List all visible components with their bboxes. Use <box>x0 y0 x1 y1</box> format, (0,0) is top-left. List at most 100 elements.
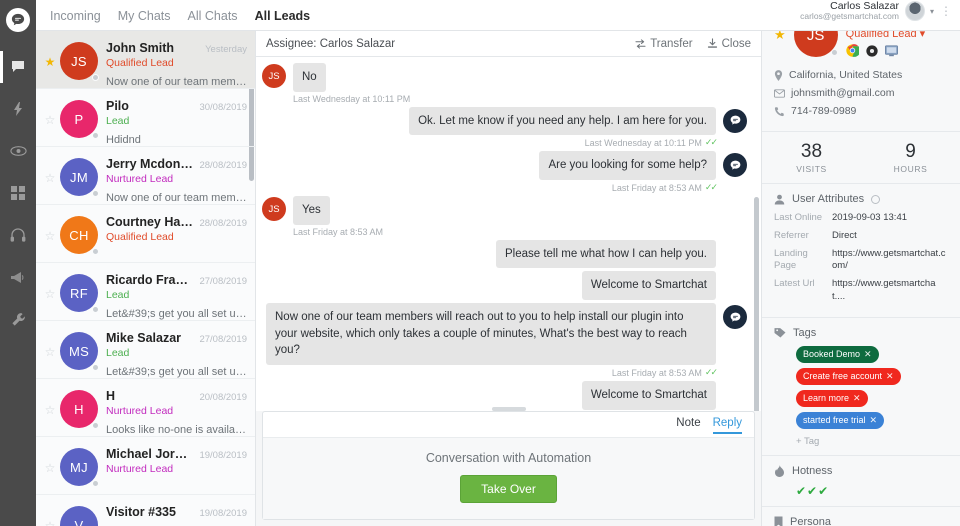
lead-status: Lead <box>106 347 130 359</box>
rail-item-chats[interactable] <box>0 46 36 88</box>
chat-message: Ok. Let me know if you need any help. I … <box>262 106 747 149</box>
list-item[interactable]: ☆ P Pilo 30/08/2019 Lead Hdidnd <box>36 89 255 147</box>
tags-section: Tags Booked Demo ✕ Create free account ✕ Lea… <box>762 318 960 456</box>
lead-star-icon[interactable]: ☆ <box>42 504 58 526</box>
tab-my-chats[interactable]: My Chats <box>118 9 171 30</box>
list-item[interactable]: ★ JS John Smith Yesterday Qualified Lead Now … <box>36 31 255 89</box>
remove-tag-icon[interactable]: ✕ <box>886 371 894 382</box>
transfer-icon <box>635 38 646 49</box>
tag-chip[interactable]: Create free account ✕ <box>796 367 901 385</box>
lead-info: Visitor #335 19/08/2019 <box>106 504 247 526</box>
automation-status-text: Conversation with Automation <box>425 451 592 465</box>
rail-item-automation[interactable] <box>0 88 36 130</box>
list-item[interactable]: ☆ H H 20/08/2019 Nurtured Lead Looks like no-… <box>36 379 255 437</box>
delivered-checks-icon: ✓✓ <box>704 367 718 378</box>
tag-chip[interactable]: Booked Demo ✕ <box>796 345 879 363</box>
chat-bubble-icon <box>10 59 26 75</box>
rail-item-campaigns[interactable] <box>0 256 36 298</box>
take-over-button[interactable]: Take Over <box>460 475 557 503</box>
list-item[interactable]: ☆ MS Mike Salazar 27/08/2019 Lead Let&#39;s g… <box>36 321 255 379</box>
remove-tag-icon[interactable]: ✕ <box>864 349 872 360</box>
lead-date: 20/08/2019 <box>199 392 247 403</box>
lead-info: Mike Salazar 27/08/2019 Lead Let&#39;s get … <box>106 330 247 378</box>
lead-star-icon[interactable]: ★ <box>42 40 58 68</box>
hotness-section: Hotness ✔✔✔ <box>762 456 960 507</box>
lead-list-column: Incoming My Chats All Chats All Leads ★ J… <box>36 0 960 526</box>
lead-star-icon[interactable]: ☆ <box>42 156 58 184</box>
hotness-marks: ✔✔✔ <box>796 483 830 498</box>
lead-star-icon[interactable]: ☆ <box>42 330 58 358</box>
composer-tab-reply[interactable]: Reply <box>712 417 742 434</box>
message-meta: Last Wednesday at 10:11 PM ✓✓ <box>409 137 718 148</box>
lead-name: John Smith <box>106 41 175 55</box>
account-menu-kebab-icon[interactable]: ⋮ <box>940 5 952 17</box>
tag-label: Create free account <box>803 371 883 382</box>
message-scrollbar[interactable] <box>754 197 759 411</box>
lead-top-row: Jerry Mcdonald 28/08/2019 <box>106 157 247 171</box>
profile-stats: 38 VISITS 9 HOURS <box>762 131 960 184</box>
message-text: No <box>293 63 326 92</box>
rail-item-support[interactable] <box>0 214 36 256</box>
message-area[interactable]: JS No Last Wednesday at 10:11 PM Ok. Let me… <box>256 57 761 411</box>
chat-message: Now one of our team members will reach o… <box>262 303 747 378</box>
tab-incoming[interactable]: Incoming <box>50 9 101 30</box>
list-item[interactable]: ☆ MJ Michael Jordan 19/08/2019 Nurtured Lead <box>36 437 255 495</box>
attribute-value: https://www.getsmartchat.com/ <box>832 247 946 272</box>
stat-hours-label: HOURS <box>893 164 928 174</box>
list-item[interactable]: ☆ CH Courtney Harris 28/08/2019 Qualified Le… <box>36 205 255 263</box>
tab-all-leads[interactable]: All Leads <box>255 9 311 30</box>
persona-section: Persona Not enough data <box>762 507 960 526</box>
list-item[interactable]: ☆ V Visitor #335 19/08/2019 <box>36 495 255 526</box>
persona-title: Persona <box>790 515 831 526</box>
flame-icon <box>774 464 785 477</box>
chat-message: Please tell me what how I can help you. <box>262 239 747 269</box>
profile-location: California, United States <box>789 69 903 81</box>
lead-star-icon[interactable]: ☆ <box>42 272 58 300</box>
avatar[interactable] <box>904 1 925 21</box>
presence-dot <box>92 74 99 81</box>
transfer-button[interactable]: Transfer <box>635 38 693 50</box>
remove-tag-icon[interactable]: ✕ <box>853 393 861 404</box>
lead-star-icon[interactable]: ☆ <box>42 98 58 126</box>
composer-resize-handle[interactable] <box>491 407 526 411</box>
chat-header: Assignee: Carlos Salazar Transfer Close <box>256 31 761 57</box>
remove-tag-icon[interactable]: ✕ <box>870 415 878 426</box>
tab-all-chats[interactable]: All Chats <box>188 9 238 30</box>
stat-hours: 9 HOURS <box>861 141 960 174</box>
lead-star-icon[interactable]: ☆ <box>42 388 58 416</box>
tag-label: Booked Demo <box>803 349 861 360</box>
lead-star-icon[interactable]: ☆ <box>42 446 58 474</box>
tag-chip[interactable]: started free trial ✕ <box>796 411 885 429</box>
close-label: Close <box>721 37 751 50</box>
list-item[interactable]: ☆ JM Jerry Mcdonald 28/08/2019 Nurtured Lead… <box>36 147 255 205</box>
rail-item-visitors[interactable] <box>0 130 36 172</box>
info-icon[interactable] <box>871 194 881 204</box>
close-button[interactable]: Close <box>707 38 751 50</box>
tags-header: Tags <box>774 327 948 339</box>
lead-preview: Now one of our team members ... <box>106 76 247 88</box>
stat-visits-value: 38 <box>800 141 823 162</box>
lead-avatar-wrap: P <box>60 98 99 139</box>
profile-email-line[interactable]: johnsmith@gmail.com <box>774 87 948 99</box>
lead-name: Michael Jordan <box>106 447 194 461</box>
rail-item-apps[interactable] <box>0 172 36 214</box>
add-tag-button[interactable]: + Tag <box>774 436 948 447</box>
rail-item-settings[interactable] <box>0 298 36 340</box>
profile-panel: ⋮ ★ JS John Smith Qualified Lead ▾ <box>762 0 960 526</box>
tag-chip[interactable]: Learn more ✕ <box>796 389 868 407</box>
profile-phone-line[interactable]: 714-789-0989 <box>774 105 948 117</box>
lead-star-icon[interactable]: ☆ <box>42 214 58 242</box>
eye-icon <box>9 143 27 159</box>
profile-tech-icons <box>845 44 925 60</box>
lead-name: Mike Salazar <box>106 331 182 345</box>
lead-status: Nurtured Lead <box>106 405 174 417</box>
composer-tab-note[interactable]: Note <box>676 417 700 434</box>
chevron-down-icon[interactable]: ▾ <box>930 7 934 16</box>
lead-top-row: H 20/08/2019 <box>106 389 247 403</box>
message-bubble-wrap: Yes Last Friday at 8:53 AM <box>293 196 383 237</box>
stat-visits-label: VISITS <box>796 164 827 174</box>
list-item[interactable]: ☆ RF Ricardo Franco 27/08/2019 Lead Let&#39;s… <box>36 263 255 321</box>
tag-list: Booked Demo ✕ Create free account ✕ Learn mo… <box>774 345 948 429</box>
app-logo-icon[interactable] <box>6 8 30 32</box>
lead-list[interactable]: ★ JS John Smith Yesterday Qualified Lead Now … <box>36 31 255 526</box>
